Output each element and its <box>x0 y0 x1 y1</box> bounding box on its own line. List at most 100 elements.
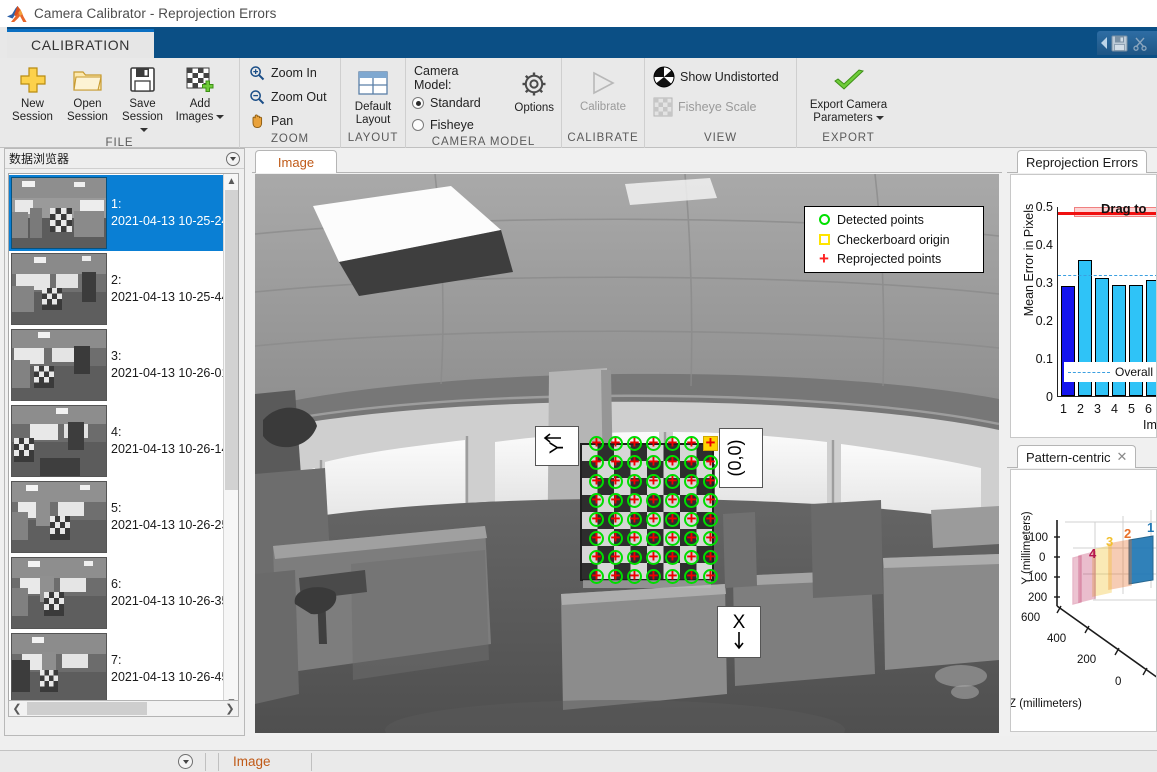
save-session-button[interactable]: Save Session <box>116 63 169 137</box>
ribbon-group-title-layout: LAYOUT <box>347 132 399 144</box>
reprojection-chart-body[interactable]: Mean Error in Pixels 0.5 0.4 0.3 0.2 0.1… <box>1010 174 1157 438</box>
folder-icon <box>72 63 103 96</box>
radio-standard[interactable]: Standard <box>412 92 495 114</box>
pan-label: Pan <box>271 114 294 128</box>
origin-marker: (0,0) <box>719 428 763 488</box>
legend-label-origin: Checkerboard origin <box>837 232 950 247</box>
title-bar: Camera Calibrator - Reprojection Errors <box>0 0 1157 27</box>
chart-inline-legend: Overall Mean Error <box>1064 362 1156 382</box>
radio-standard-indicator <box>412 97 424 109</box>
save-session-caret-icon[interactable] <box>140 127 148 132</box>
image-legend: Detected points Checkerboard origin + Re… <box>804 206 984 273</box>
plus-icon <box>18 63 48 96</box>
radio-standard-label: Standard <box>430 96 481 110</box>
new-session-button[interactable]: New Session <box>6 63 59 124</box>
zoom-out-label: Zoom Out <box>271 90 327 104</box>
image-panel-tabbar: Image <box>252 148 1002 173</box>
quick-access-toolbar <box>1097 31 1157 55</box>
list-item-text: 2: 2021-04-13 10-25-44 <box>107 272 228 306</box>
data-browser-vertical-scrollbar[interactable]: ▲ ▼ <box>223 174 238 708</box>
board-label-1: 1 <box>1147 520 1154 535</box>
list-item[interactable]: 2: 2021-04-13 10-25-44 <box>9 251 238 327</box>
tab-reprojection-errors[interactable]: Reprojection Errors <box>1017 150 1147 173</box>
board-label-2: 2 <box>1124 526 1131 541</box>
thumbnail-image <box>11 329 107 401</box>
xtick-2: 2 <box>1077 402 1084 416</box>
qat-collapse-arrow-icon[interactable] <box>1101 37 1107 49</box>
scissors-icon[interactable] <box>1132 35 1149 52</box>
zoom-in-label: Zoom In <box>271 66 317 80</box>
list-item-index: 2: <box>111 273 122 287</box>
add-images-icon <box>185 63 215 96</box>
tab-calibration[interactable]: CALIBRATION <box>7 29 154 58</box>
zoom-in-button[interactable]: Zoom In <box>244 61 317 85</box>
ribbon-group-title-export: EXPORT <box>822 132 875 144</box>
chevron-right-icon[interactable]: ❯ <box>222 701 238 716</box>
calibrate-button[interactable]: Calibrate <box>568 66 638 114</box>
chevron-down-circle-icon-bottom[interactable] <box>178 754 193 769</box>
thumbnail-image <box>11 253 107 325</box>
list-item-index: 1: <box>111 197 122 211</box>
list-item-text: 5: 2021-04-13 10-26-25 <box>107 500 228 534</box>
list-item[interactable]: 7: 2021-04-13 10-26-45 <box>9 631 238 707</box>
pan-button[interactable]: Pan <box>244 109 293 133</box>
pattern-chart-body[interactable]: Y (millimeters) -100 0 100 200 600 400 2… <box>1010 469 1157 732</box>
list-item[interactable]: 6: 2021-04-13 10-26-35 <box>9 555 238 631</box>
vertical-scroll-thumb[interactable] <box>225 190 238 490</box>
calibration-image-view[interactable]: + + + + + + + + + + + + + + + + + + + + <box>255 174 999 733</box>
ytick-0.2: 0.2 <box>1035 314 1053 328</box>
list-item-text: 1: 2021-04-13 10-25-24 <box>107 196 228 230</box>
camera-model-label: Camera Model: <box>414 64 459 92</box>
pattern-3d-axes: 1 2 3 4 <box>1054 510 1156 678</box>
export-caret-icon[interactable] <box>875 115 884 120</box>
bottom-tab-image[interactable]: Image <box>233 754 271 769</box>
bottom-tab-row: Image <box>0 750 1157 772</box>
list-item[interactable]: 5: 2021-04-13 10-26-25 <box>9 479 238 555</box>
checker-square-icon <box>653 97 673 117</box>
zoom-out-button[interactable]: Zoom Out <box>244 85 327 109</box>
threshold-drag-label: Drag to <box>1101 201 1147 216</box>
x-axis-marker: X <box>717 606 761 658</box>
default-layout-label-1: Default <box>354 101 392 113</box>
bottom-divider-2 <box>218 752 219 771</box>
options-button[interactable]: Options <box>507 67 561 115</box>
open-session-button[interactable]: Open Session <box>61 63 114 124</box>
list-item-index: 4: <box>111 425 122 439</box>
data-browser-list[interactable]: 1: 2021-04-13 10-25-24 2: 2021-04-13 10-… <box>8 173 239 709</box>
default-layout-label-2: Layout <box>355 114 391 126</box>
close-x-icon[interactable]: ✕ <box>1117 449 1128 465</box>
horizontal-scroll-thumb[interactable] <box>27 702 147 715</box>
list-item[interactable]: 3: 2021-04-13 10-26-01 <box>9 327 238 403</box>
checker-sphere-icon <box>653 66 675 88</box>
magnifier-plus-icon <box>248 64 266 82</box>
tab-image[interactable]: Image <box>255 150 337 173</box>
window-title: Camera Calibrator - Reprojection Errors <box>34 6 277 21</box>
bottom-divider-3 <box>310 752 312 771</box>
calibrate-label: Calibrate <box>579 101 627 113</box>
chevron-up-icon[interactable]: ▲ <box>224 174 238 189</box>
data-browser-horizontal-scrollbar[interactable]: ❮ ❯ <box>8 700 239 717</box>
data-browser-panel: 数据浏览器 1: 2021-04-13 10-25-24 2: 2021-04-… <box>4 148 245 736</box>
ribbon-group-title-zoom: ZOOM <box>270 133 310 145</box>
chevron-down-circle-icon[interactable] <box>226 151 240 166</box>
open-session-label-2: Session <box>67 111 108 123</box>
save-disk-icon[interactable] <box>1111 35 1128 52</box>
radio-fisheye[interactable]: Fisheye <box>412 114 495 136</box>
chevron-left-icon[interactable]: ❮ <box>9 701 25 716</box>
list-item[interactable]: 4: 2021-04-13 10-26-14 <box>9 403 238 479</box>
add-images-caret-icon[interactable] <box>216 114 225 119</box>
ribbon-group-camera-model: Camera Model: Standard Fisheye Options C… <box>406 58 562 148</box>
chart-legend-label: Overall Mean Error <box>1115 365 1156 379</box>
export-camera-parameters-button[interactable]: Export Camera Parameters <box>799 64 899 125</box>
svg-text:Y: Y <box>547 441 568 454</box>
magnifier-minus-icon <box>248 88 266 106</box>
list-item-name: 2021-04-13 10-26-35 <box>111 594 229 608</box>
fisheye-scale-button[interactable]: Fisheye Scale <box>649 95 757 119</box>
show-undistorted-button[interactable]: Show Undistorted <box>649 65 779 89</box>
tab-pattern-centric[interactable]: Pattern-centric ✕ <box>1017 445 1137 468</box>
default-layout-button[interactable]: Default Layout <box>344 66 402 127</box>
pattern-tabbar: Pattern-centric ✕ <box>1007 443 1157 468</box>
add-images-button[interactable]: Add Images <box>171 63 229 124</box>
list-item-text: 6: 2021-04-13 10-26-35 <box>107 576 228 610</box>
list-item[interactable]: 1: 2021-04-13 10-25-24 <box>9 175 238 251</box>
